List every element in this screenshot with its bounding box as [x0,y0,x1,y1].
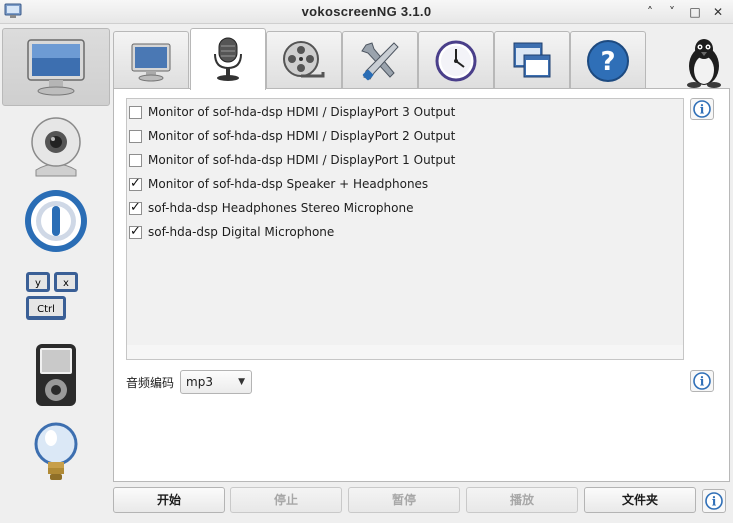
help-icon: ? [587,39,629,82]
close-button[interactable]: ✕ [708,2,728,22]
sidebar-item-player[interactable] [2,336,110,414]
magnifier-icon [25,190,87,252]
list-item[interactable]: sof-hda-dsp Digital Microphone [129,221,334,243]
list-item[interactable]: Monitor of sof-hda-dsp Speaker + Headpho… [129,173,428,195]
film-reel-icon [283,40,325,77]
key-y: y [35,278,41,289]
start-button[interactable]: 开始 [113,487,225,513]
codec-label: 音频编码 [126,375,175,390]
sidebar-item-screencast[interactable] [2,28,110,106]
device-checkbox[interactable] [129,176,142,191]
list-item[interactable]: Monitor of sof-hda-dsp HDMI / DisplayPor… [129,149,455,171]
info-glyph: i [700,375,705,389]
list-item[interactable]: Monitor of sof-hda-dsp HDMI / DisplayPor… [129,101,455,123]
device-checkbox[interactable] [129,224,142,239]
lightbulb-icon [34,422,78,480]
codec-info-button[interactable]: i [690,370,714,392]
tab-windows[interactable] [494,31,570,89]
folder-button[interactable]: 文件夹 [584,487,696,513]
linux-penguin-icon [687,39,721,88]
minimize-button[interactable]: ˅ [662,2,682,22]
device-checkbox[interactable] [129,200,142,215]
pause-button[interactable]: 暂停 [348,487,460,513]
help-glyph: ? [600,47,615,77]
device-label: Monitor of sof-hda-dsp HDMI / DisplayPor… [148,105,456,119]
key-ctrl: Ctrl [37,304,55,315]
monitor-icon [131,43,171,81]
sidebar-item-log[interactable] [2,416,110,494]
tab-video[interactable] [266,31,342,89]
codec-value: mp3 [186,375,213,389]
tab-bar: ? [112,28,652,90]
tab-audio[interactable] [190,28,266,90]
device-label: sof-hda-dsp Headphones Stereo Microphone [148,201,414,215]
sidebar-item-magnifier[interactable] [2,182,110,260]
device-label: sof-hda-dsp Digital Microphone [148,225,335,239]
tab-settings[interactable] [342,31,418,89]
info-icon: i [693,372,711,390]
tab-screencast[interactable] [113,31,189,89]
clock-icon [435,40,477,81]
audio-device-list: Monitor of sof-hda-dsp HDMI / DisplayPor… [126,98,684,360]
device-checkbox[interactable] [129,153,142,167]
main-area: ? Monitor of sof-hda-dsp HDMI / DisplayP… [112,24,733,523]
chevron-down-icon: ▼ [238,377,246,387]
window-title: vokoscreenNG 3.1.0 [301,4,432,19]
device-label: Monitor of sof-hda-dsp Speaker + Headpho… [148,177,429,191]
codec-select[interactable]: mp3 ▼ [180,370,253,394]
tab-help[interactable]: ? [570,31,646,89]
info-icon: i [693,100,711,118]
list-item[interactable]: Monitor of sof-hda-dsp HDMI / DisplayPor… [129,125,455,147]
info-glyph: i [700,103,705,117]
audio-panel: Monitor of sof-hda-dsp HDMI / DisplayPor… [113,88,730,482]
device-label: Monitor of sof-hda-dsp HDMI / DisplayPor… [148,153,456,167]
key-x: x [63,278,69,289]
list-item[interactable]: sof-hda-dsp Headphones Stereo Microphone [129,197,413,219]
controls-info-button[interactable]: i [702,489,726,513]
sidebar-item-showclick[interactable]: y x Ctrl [2,260,110,338]
device-label: Monitor of sof-hda-dsp HDMI / DisplayPor… [148,129,456,143]
webcam-icon [31,117,81,177]
monitor-icon [27,39,85,96]
control-bar: 开始 停止 暂停 播放 文件夹 i [112,487,733,513]
info-icon: i [705,492,723,510]
play-button[interactable]: 播放 [466,487,578,513]
tools-icon [361,41,399,80]
sidebar-item-camera[interactable] [2,108,110,186]
media-player-icon [36,344,76,406]
windows-icon [513,42,551,77]
stop-button[interactable]: 停止 [230,487,342,513]
keyboard-icon: y x Ctrl [26,272,78,320]
device-checkbox[interactable] [129,105,142,119]
devices-info-button[interactable]: i [690,98,714,120]
tab-timer[interactable] [418,31,494,89]
sidebar: y x Ctrl [0,24,112,523]
info-glyph: i [712,495,717,509]
maximize-button[interactable]: □ [685,2,705,22]
device-checkbox[interactable] [129,129,142,143]
shade-up-button[interactable]: ˄ [640,2,660,22]
codec-row: 音频编码 mp3 ▼ [126,370,253,394]
microphone-icon [214,37,242,81]
title-bar: vokoscreenNG 3.1.0 ˄ ˅ □ ✕ [0,0,733,24]
